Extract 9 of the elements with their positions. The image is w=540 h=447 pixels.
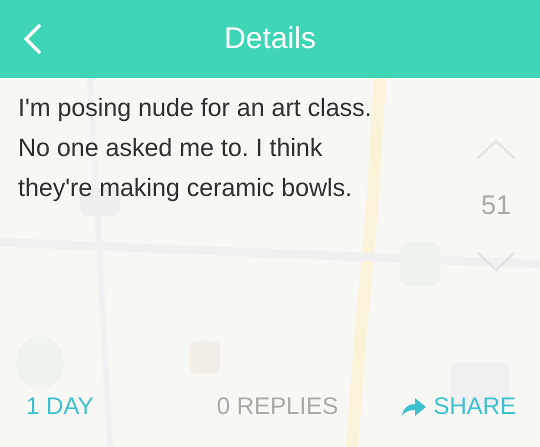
screen-title: Details	[224, 22, 316, 56]
share-button[interactable]: SHARE	[401, 393, 516, 421]
back-button[interactable]	[22, 23, 42, 55]
replies-button[interactable]: 0 REPLIES	[216, 393, 338, 421]
vote-count: 51	[480, 190, 512, 221]
post-text: I'm posing nude for an art class. No one asked me to. I think they're making ceramic bowls.	[18, 93, 373, 204]
back-chevron-icon	[22, 23, 42, 55]
share-arrow-icon	[401, 397, 428, 417]
post-age: 1 DAY	[26, 393, 94, 421]
